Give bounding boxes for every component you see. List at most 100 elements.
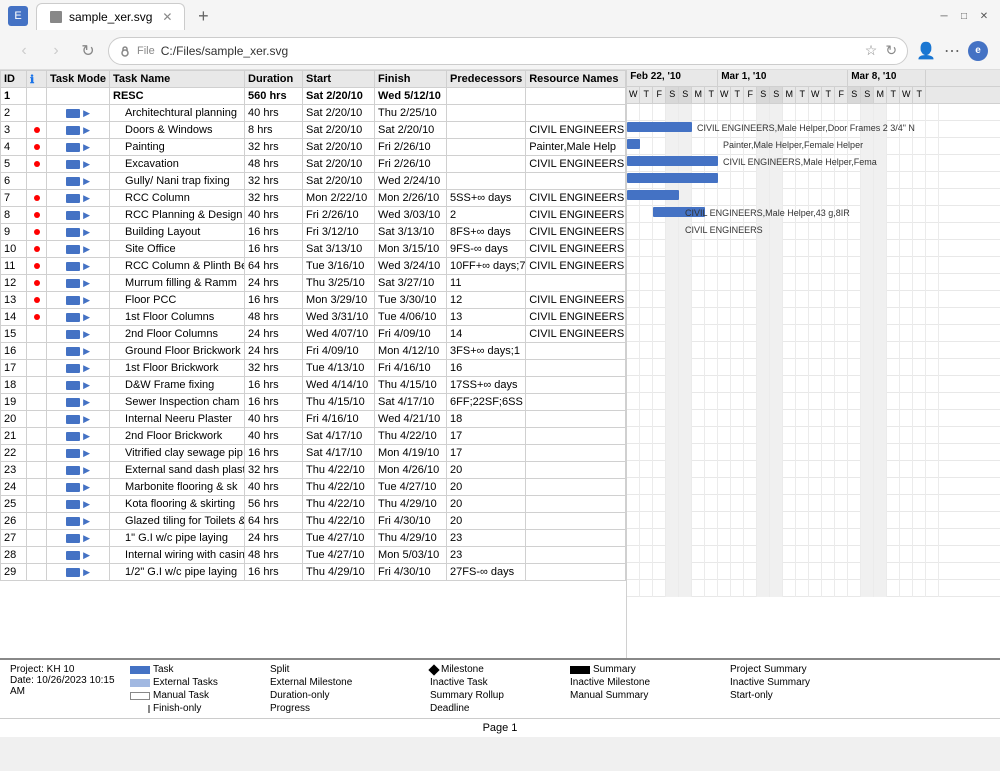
chart-row [627, 257, 1000, 274]
chart-cell [913, 444, 926, 461]
cell-resource: CIVIL ENGINEERS,M [526, 309, 626, 326]
back-button[interactable]: ‹ [12, 39, 36, 63]
chart-cell [705, 291, 718, 308]
cell-finish: Fri 4/30/10 [375, 564, 447, 581]
chart-cell [874, 580, 887, 597]
cell-id: 9 [1, 224, 27, 241]
browser-logo: E [8, 6, 28, 26]
chart-cell [926, 478, 939, 495]
legend-item-split: Split [270, 664, 430, 675]
cell-name: 2nd Floor Brickwork [110, 428, 245, 445]
lock-icon [119, 45, 131, 57]
forward-button[interactable]: › [44, 39, 68, 63]
chart-cell [653, 410, 666, 427]
cell-pred: 17 [447, 445, 526, 462]
chart-cell [900, 444, 913, 461]
minimize-button[interactable]: ─ [936, 8, 952, 24]
week-row: Feb 22, '10 Mar 1, '10 Mar 8, '10 [627, 70, 1000, 87]
cell-name: 1/2" G.I w/c pipe laying [110, 564, 245, 581]
chart-cell [848, 172, 861, 189]
chart-cell [718, 359, 731, 376]
chart-cell [653, 308, 666, 325]
day-cell: T [822, 87, 835, 103]
chart-cell [926, 410, 939, 427]
maximize-button[interactable]: □ [956, 8, 972, 24]
chart-cell [757, 342, 770, 359]
chart-cell [822, 138, 835, 155]
chart-cell [627, 580, 640, 597]
table-row: 11 ▶ RCC Column & Plinth Be 64 hrs Tue 3… [1, 258, 626, 275]
cell-mode: ▶ [47, 445, 110, 462]
cell-mode: ▶ [47, 530, 110, 547]
cell-resource: CIVIL ENGINEERS,M [526, 190, 626, 207]
cell-mode: ▶ [47, 462, 110, 479]
cell-duration: 40 hrs [245, 105, 303, 122]
legend-col-4: Summary Inactive Milestone Manual Summar… [570, 664, 730, 714]
cell-duration: 24 hrs [245, 343, 303, 360]
cell-resource [526, 479, 626, 496]
chart-cell [874, 172, 887, 189]
chart-cell [796, 393, 809, 410]
chart-cell [653, 563, 666, 580]
cell-info [27, 377, 47, 394]
chart-cell [770, 359, 783, 376]
table-row: 6 ▶ Gully/ Nani trap fixing 32 hrs Sat 2… [1, 173, 626, 190]
chart-cell [653, 427, 666, 444]
chart-cell [913, 376, 926, 393]
day-cell: T [887, 87, 900, 103]
chart-cell [822, 495, 835, 512]
chart-cell [809, 342, 822, 359]
col-header-resource: Resource Names [526, 71, 626, 88]
chart-cell [861, 342, 874, 359]
chart-cell [705, 478, 718, 495]
chart-cell [835, 257, 848, 274]
finish-only-bar [130, 705, 150, 713]
chart-cell [627, 206, 640, 223]
cell-name: Gully/ Nani trap fixing [110, 173, 245, 190]
chart-cell [770, 512, 783, 529]
chart-cell [718, 189, 731, 206]
chart-cell [861, 512, 874, 529]
cell-info [27, 479, 47, 496]
cell-start: Mon 3/29/10 [303, 292, 375, 309]
chart-cell [731, 376, 744, 393]
chart-cell [809, 121, 822, 138]
chart-cell [913, 325, 926, 342]
new-tab-button[interactable]: + [189, 2, 217, 30]
tab-close-button[interactable]: ✕ [162, 10, 172, 24]
chart-cell [783, 461, 796, 478]
cell-duration: 64 hrs [245, 513, 303, 530]
url-bar[interactable]: File C:/Files/sample_xer.svg ☆ ↻ [108, 37, 908, 65]
refresh-icon[interactable]: ↻ [885, 42, 897, 59]
cell-mode: ▶ [47, 258, 110, 275]
chart-cell [692, 223, 705, 240]
cell-id: 13 [1, 292, 27, 309]
cell-duration: 560 hrs [245, 88, 303, 105]
close-button[interactable]: ✕ [976, 8, 992, 24]
chart-cell [809, 410, 822, 427]
chart-cell [848, 393, 861, 410]
url-text: C:/Files/sample_xer.svg [161, 44, 288, 58]
cell-start: Sat 4/17/10 [303, 445, 375, 462]
chart-cell [692, 376, 705, 393]
active-tab[interactable]: sample_xer.svg ✕ [36, 3, 185, 30]
chart-cell [926, 138, 939, 155]
chart-cell [783, 274, 796, 291]
chart-cell [692, 104, 705, 121]
cell-mode: ▶ [47, 513, 110, 530]
refresh-button[interactable]: ↻ [76, 39, 100, 63]
chart-row [627, 172, 1000, 189]
chart-cell [835, 155, 848, 172]
chart-cell [757, 580, 770, 597]
chart-cell [757, 546, 770, 563]
user-icon[interactable]: 👤 [916, 41, 936, 61]
settings-icon[interactable]: ⋯ [944, 41, 960, 61]
cell-info [27, 496, 47, 513]
bookmark-icon[interactable]: ☆ [865, 42, 878, 59]
cell-resource [526, 105, 626, 122]
chart-cell [835, 104, 848, 121]
chart-cell [692, 291, 705, 308]
chart-cell [731, 223, 744, 240]
cell-id: 18 [1, 377, 27, 394]
chart-cell [887, 342, 900, 359]
